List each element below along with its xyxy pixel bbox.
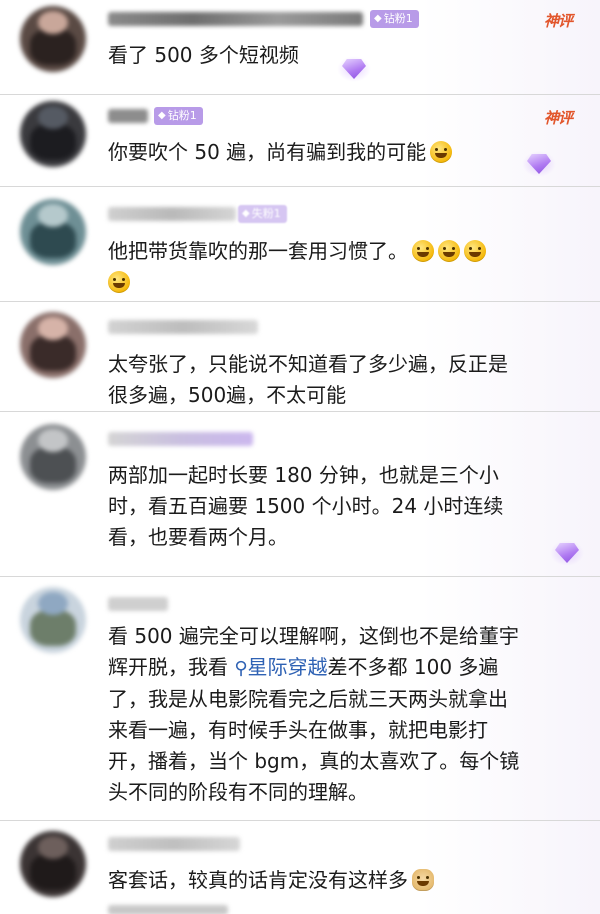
purple-diamond-icon [337,56,371,82]
comment-item[interactable]: 看 500 遍完全可以理解啊，这倒也不是给董宇 辉开脱，我看 ⚲星际穿越差不多都… [0,577,600,821]
fan-badge: ◆ 钻粉1 [154,107,203,125]
avatar[interactable] [20,101,86,167]
username-blurred [108,207,236,221]
smile-emoji [430,141,453,163]
diamond-icon: ◆ [374,13,382,24]
comment-text: 客套话，较真的话肯定没有这样多 [108,865,574,896]
comment-text: 他把带货靠吹的那一套用习惯了。 [108,236,574,298]
avatar[interactable] [20,199,86,265]
topic-link[interactable]: 星际穿越 [248,655,328,679]
comment-text-line: 来看一遍，有时候手头在做事，就把电影打 [108,718,488,742]
comment-text-line: 看 500 遍完全可以理解啊，这倒也不是给董宇 [108,624,519,648]
comment-item[interactable]: ◆ 钻粉1 神评 你要吹个 50 遍，尚有骗到我的可能 [0,95,600,187]
fan-badge-label: 钻粉1 [167,109,197,122]
username-blurred [108,837,240,851]
comment-text: 太夸张了，只能说不知道看了多少遍，反正是 很多遍，500遍，不太可能 [108,349,574,411]
laugh-cry-emoji [412,240,434,262]
diamond-icon: ◆ [242,208,250,219]
text-segment: 辉开脱，我看 [108,655,235,679]
comment-item[interactable]: ◆ 失粉1 他把带货靠吹的那一套用习惯了。 [0,187,600,302]
comment-text: 两部加一起时长要 180 分钟，也就是三个小 时，看五百遍要 1500 个小时。… [108,460,574,553]
fan-badge-label: 钻粉1 [383,12,413,25]
comment-text-line: 辉开脱，我看 ⚲星际穿越差不多都 100 多遍 [108,652,574,684]
comment-text-content: 他把带货靠吹的那一套用习惯了。 [108,239,408,263]
username-blurred [108,109,148,123]
avatar[interactable] [20,424,86,490]
username-blurred [108,12,363,26]
comment-item[interactable]: 客套话，较真的话肯定没有这样多 [0,821,600,914]
avatar[interactable] [20,6,86,72]
comment-text-line: 开，播着，当个 bgm，真的太喜欢了。每个镜 [108,749,520,773]
comment-text-line: 了，我是从电影院看完之后就三天两头就拿出 [108,687,508,711]
laugh-emoji [438,240,460,262]
comment-item[interactable]: 两部加一起时长要 180 分钟，也就是三个小 时，看五百遍要 1500 个小时。… [0,412,600,577]
comment-text-content: 客套话，较真的话肯定没有这样多 [108,868,408,892]
doge-emoji [412,869,434,891]
comment-text-line: 太夸张了，只能说不知道看了多少遍，反正是 [108,352,508,376]
comment-text-line: 看，也要看两个月。 [108,525,288,549]
comment-item[interactable]: ◆ 钻粉1 神评 看了 500 多个短视频 [0,0,600,95]
fan-badge-label: 失粉1 [251,207,281,220]
diamond-icon: ◆ [158,110,166,121]
purple-diamond-icon [522,151,556,177]
shenping-tag: 神评 [543,109,573,127]
fan-badge: ◆ 失粉1 [238,205,287,223]
comment-text-line: 头不同的阶段有不同的理解。 [108,780,368,804]
comment-text: 你要吹个 50 遍，尚有骗到我的可能 [108,137,574,168]
laugh-cry-emoji [108,271,130,293]
comment-text-content: 你要吹个 50 遍，尚有骗到我的可能 [108,140,427,164]
comment-text-line: 两部加一起时长要 180 分钟，也就是三个小 [108,463,499,487]
fan-badge: ◆ 钻粉1 [370,10,419,28]
avatar[interactable] [20,831,86,897]
username-blurred [108,432,253,446]
grin-emoji [464,240,486,262]
text-segment: 差不多都 100 多遍 [327,655,499,679]
username-blurred [108,597,168,611]
reply-preview-blurred [108,905,228,914]
comment-text-line: 时，看五百遍要 1500 个小时。24 小时连续 [108,494,504,518]
purple-diamond-icon [550,540,584,566]
avatar[interactable] [20,587,86,653]
search-icon[interactable]: ⚲ [234,658,247,679]
comment-item[interactable]: 太夸张了，只能说不知道看了多少遍，反正是 很多遍，500遍，不太可能 [0,302,600,412]
comment-text: 看 500 遍完全可以理解啊，这倒也不是给董宇 辉开脱，我看 ⚲星际穿越差不多都… [108,621,574,808]
comment-text-line: 很多遍，500遍，不太可能 [108,383,347,407]
avatar[interactable] [20,312,86,378]
shenping-tag: 神评 [543,12,573,30]
username-blurred [108,320,258,334]
